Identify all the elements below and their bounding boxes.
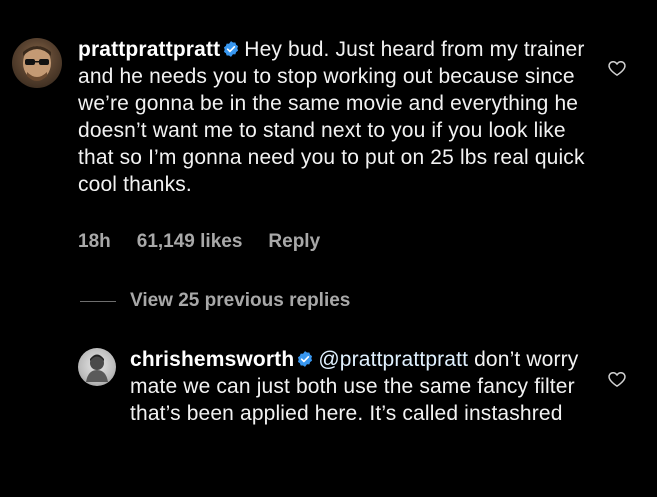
replies-divider bbox=[80, 300, 116, 302]
view-previous-replies-button[interactable]: View 25 previous replies bbox=[80, 289, 350, 313]
prattprattpratt-avatar[interactable] bbox=[12, 38, 62, 88]
chrishemsworth-avatar[interactable] bbox=[78, 348, 116, 386]
comment-2-username[interactable]: chrishemsworth bbox=[130, 348, 294, 371]
person-bw-avatar-icon bbox=[86, 354, 108, 382]
comment-1-text: Hey bud. Just heard from my trainer and … bbox=[78, 38, 585, 196]
heart-icon[interactable] bbox=[607, 369, 627, 389]
comment-1-likes[interactable]: 61,149 likes bbox=[137, 231, 243, 252]
comment-2-mention[interactable]: @prattprattpratt bbox=[318, 348, 468, 371]
person-sunglasses-avatar-icon bbox=[23, 46, 51, 81]
comment-2: chrishemsworth @prattprattpratt don’t wor… bbox=[130, 346, 600, 427]
comment-1-reply-button[interactable]: Reply bbox=[268, 231, 320, 252]
heart-icon[interactable] bbox=[607, 58, 627, 78]
comment-1-meta: 18h 61,149 likes Reply bbox=[78, 231, 346, 253]
comment-1-username[interactable]: prattprattpratt bbox=[78, 38, 220, 61]
view-replies-label: View 25 previous replies bbox=[130, 290, 351, 311]
verified-badge-icon bbox=[298, 351, 313, 367]
verified-badge-icon bbox=[224, 41, 239, 57]
comment-1: prattprattpratt Hey bud. Just heard from … bbox=[78, 36, 588, 198]
comment-1-time: 18h bbox=[78, 231, 111, 252]
